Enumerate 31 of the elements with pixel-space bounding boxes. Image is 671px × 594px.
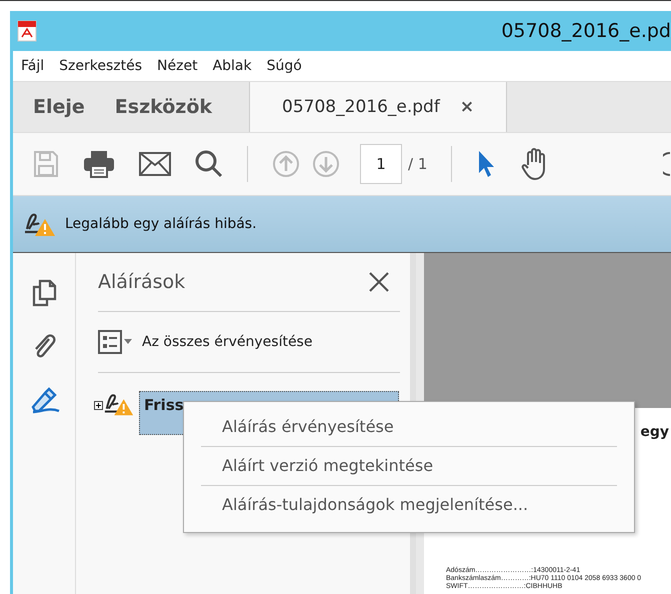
- menu-item[interactable]: Nézet: [157, 58, 198, 74]
- signature-warning-icon: [103, 391, 135, 417]
- pointer-icon[interactable]: [476, 149, 496, 179]
- validate-all-button[interactable]: Az összes érvényesítése: [142, 334, 312, 350]
- expand-toggle[interactable]: [94, 401, 103, 410]
- context-menu-item[interactable]: Aláírás-tulajdonságok megjelenítése...: [184, 486, 634, 524]
- print-icon[interactable]: [83, 150, 115, 178]
- signature-warning-icon: [23, 211, 57, 237]
- window-title: 05708_2016_e.pd: [501, 20, 671, 42]
- close-tab-button[interactable]: ×: [460, 97, 474, 117]
- menu-item[interactable]: Fájl: [21, 58, 44, 74]
- page-total: / 1: [408, 155, 428, 173]
- notification-text: Legalább egy aláírás hibás.: [65, 216, 257, 232]
- context-menu-item[interactable]: Aláírt verzió megtekintése: [184, 447, 634, 485]
- context-menu-item[interactable]: Aláírás érvényesítése: [184, 408, 634, 446]
- mail-icon[interactable]: [139, 152, 171, 176]
- menu-item[interactable]: Súgó: [266, 58, 302, 74]
- document-tab[interactable]: 05708_2016_e.pdf ×: [249, 82, 508, 132]
- menu-item[interactable]: Ablak: [212, 58, 252, 74]
- pages-icon[interactable]: [31, 279, 57, 307]
- nav-tab[interactable]: Eleje: [13, 82, 95, 132]
- page-number-field[interactable]: 1: [360, 144, 402, 184]
- document-tab-label: 05708_2016_e.pdf: [282, 97, 440, 117]
- nav-tab[interactable]: Eszközök: [94, 82, 222, 132]
- pdf-file-icon: [16, 20, 38, 42]
- document-text: egy: [640, 424, 669, 440]
- menu-item[interactable]: Szerkesztés: [59, 58, 142, 74]
- list-dropdown-icon[interactable]: [98, 330, 132, 354]
- panel-title: Aláírások: [98, 271, 186, 293]
- close-icon[interactable]: [368, 271, 390, 293]
- search-icon[interactable]: [195, 150, 223, 178]
